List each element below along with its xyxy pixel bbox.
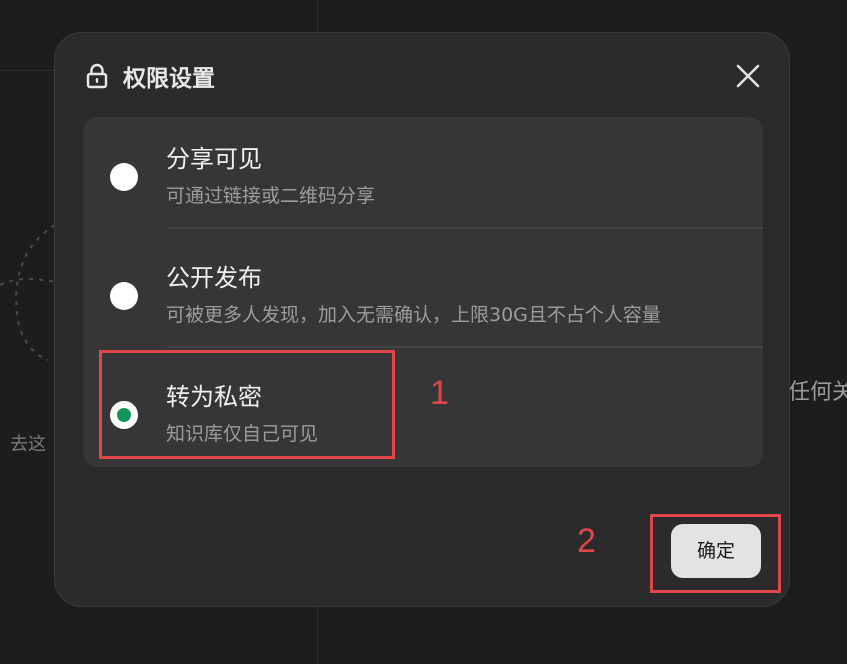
background-text-right: 任何关 xyxy=(788,380,847,405)
annotation-box-confirm xyxy=(650,514,781,593)
close-icon[interactable] xyxy=(735,63,761,89)
dialog-header: 权限设置 xyxy=(85,59,215,93)
option-share-visible[interactable]: 分享可见 可通过链接或二维码分享 xyxy=(83,117,763,227)
option-description: 可通过链接或二维码分享 xyxy=(166,185,376,207)
option-description: 可被更多人发现，加入无需确认，上限30G且不占个人容量 xyxy=(166,304,661,326)
background-text-left: 去这 xyxy=(10,434,46,455)
option-divider xyxy=(167,346,763,348)
radio-public-publish[interactable] xyxy=(110,282,138,310)
option-title: 公开发布 xyxy=(166,264,262,292)
annotation-box-private-option xyxy=(99,350,395,459)
option-title: 分享可见 xyxy=(166,145,262,173)
annotation-label-2: 2 xyxy=(577,522,596,560)
lock-icon xyxy=(86,63,108,89)
annotation-label-1: 1 xyxy=(430,374,449,412)
radio-share-visible[interactable] xyxy=(110,163,138,191)
dialog-title: 权限设置 xyxy=(123,66,215,92)
option-public-publish[interactable]: 公开发布 可被更多人发现，加入无需确认，上限30G且不占个人容量 xyxy=(83,236,763,346)
option-divider xyxy=(167,227,763,229)
